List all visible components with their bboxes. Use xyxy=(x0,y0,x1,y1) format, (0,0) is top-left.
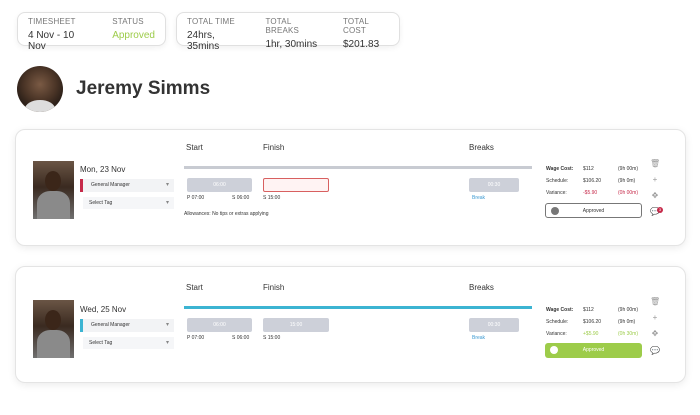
avatar-shirt xyxy=(25,100,55,112)
scheduled-finish: S 15:00 xyxy=(263,195,281,201)
approve-label: Approved xyxy=(582,347,605,353)
approve-toggle[interactable]: Approved xyxy=(545,203,642,218)
allowances-note: Allowances: No tips or extras applying xyxy=(184,211,269,217)
role-select[interactable]: General Manager ▾ xyxy=(80,319,174,332)
role-select-value: General Manager xyxy=(91,182,130,188)
approve-toggle[interactable]: Approved xyxy=(545,343,642,358)
shift-timeline xyxy=(184,306,532,309)
break-label: Break xyxy=(472,195,486,201)
shift-card-wed-25-nov: Wed, 25 Nov General Manager ▾ Select Tag… xyxy=(15,266,686,383)
employee-photo xyxy=(33,161,74,219)
shift-date: Mon, 23 Nov xyxy=(80,165,126,174)
chevron-down-icon: ▾ xyxy=(165,322,169,328)
chevron-down-icon: ▾ xyxy=(165,340,169,346)
breaks-column-header: Breaks xyxy=(469,143,494,152)
variance-value: +$5.90 xyxy=(583,331,599,337)
move-icon[interactable]: ✥ xyxy=(650,329,660,338)
comment-icon[interactable]: 💬 xyxy=(650,346,660,355)
total-breaks-value: 1hr, 30mins xyxy=(265,39,318,50)
planned-start: P 07:00 xyxy=(187,195,205,201)
tag-select-value: Select Tag xyxy=(89,340,113,346)
role-select-value: General Manager xyxy=(91,322,130,328)
scheduled-finish: S 15:00 xyxy=(263,335,281,341)
photo-face xyxy=(45,171,61,191)
variance-label: Variance: xyxy=(546,331,567,337)
photo-face xyxy=(45,310,61,330)
schedule-value: $106.20 xyxy=(583,178,602,184)
total-breaks-label: TOTAL BREAKS xyxy=(265,17,300,35)
status-value: Approved xyxy=(112,30,155,41)
variance-value: -$5.90 xyxy=(583,190,598,196)
tag-select[interactable]: Select Tag ▾ xyxy=(83,337,174,349)
break-time-input[interactable]: 00:30 xyxy=(469,178,519,192)
timesheet-col: TIMESHEET 4 Nov - 10 Nov xyxy=(28,17,90,52)
chevron-down-icon: ▾ xyxy=(165,200,169,206)
move-icon[interactable]: ✥ xyxy=(650,191,660,200)
tag-select-value: Select Tag xyxy=(89,200,113,206)
scheduled-start: S 06:00 xyxy=(232,195,250,201)
start-time-input[interactable]: 06:00 xyxy=(187,178,252,192)
break-time-input[interactable]: 00:30 xyxy=(469,318,519,332)
toggle-knob xyxy=(550,346,558,354)
variance-label: Variance: xyxy=(546,190,567,196)
schedule-label: Schedule: xyxy=(546,178,569,184)
total-cost-col: TOTAL COST $201.83 xyxy=(342,17,389,50)
break-label: Break xyxy=(472,335,486,341)
schedule-label: Schedule: xyxy=(546,319,569,325)
employee-photo xyxy=(33,300,74,358)
schedule-time: (9h 0m) xyxy=(618,319,636,325)
shift-card-mon-23-nov: Mon, 23 Nov General Manager ▾ Select Tag… xyxy=(15,129,686,246)
approve-label: Approved xyxy=(582,208,605,214)
comment-count-badge: 3 xyxy=(657,207,663,213)
photo-body xyxy=(37,330,70,358)
total-cost-value: $201.83 xyxy=(342,39,380,50)
user-avatar xyxy=(17,66,63,112)
schedule-time: (9h 0m) xyxy=(618,178,636,184)
total-time-label: TOTAL TIME xyxy=(187,17,235,26)
scheduled-start: S 06:00 xyxy=(232,335,250,341)
variance-time: (0h 00m) xyxy=(618,190,639,196)
trash-icon[interactable]: 🗑 xyxy=(650,297,660,306)
total-breaks-col: TOTAL BREAKS 1hr, 30mins xyxy=(265,17,321,50)
photo-body xyxy=(37,191,70,219)
shift-timeline xyxy=(184,166,532,169)
total-time-col: TOTAL TIME 24hrs, 35mins xyxy=(187,17,243,52)
wage-cost-value: $112 xyxy=(583,166,594,172)
variance-time: (0h 30m) xyxy=(618,331,639,337)
total-cost-label: TOTAL COST xyxy=(342,17,369,35)
status-label: STATUS xyxy=(112,17,144,26)
start-column-header: Start xyxy=(186,143,203,152)
timesheet-value: 4 Nov - 10 Nov xyxy=(28,30,75,52)
shift-date: Wed, 25 Nov xyxy=(80,305,127,314)
timesheet-label: TIMESHEET xyxy=(28,17,76,26)
wage-cost-label: Wage Cost: xyxy=(546,166,574,172)
breaks-column-header: Breaks xyxy=(469,283,494,292)
wage-cost-value: $112 xyxy=(583,307,594,313)
finish-time-input[interactable] xyxy=(263,178,329,192)
status-col: STATUS Approved xyxy=(112,17,155,41)
totals-summary-card: TOTAL TIME 24hrs, 35mins TOTAL BREAKS 1h… xyxy=(176,12,400,52)
wage-cost-time: (9h 00m) xyxy=(618,307,639,313)
total-time-value: 24hrs, 35mins xyxy=(187,30,220,52)
finish-column-header: Finish xyxy=(263,283,285,292)
start-column-header: Start xyxy=(186,283,203,292)
planned-start: P 07:00 xyxy=(187,335,205,341)
plus-icon[interactable]: + xyxy=(650,175,660,184)
wage-cost-time: (9h 00m) xyxy=(618,166,639,172)
role-select[interactable]: General Manager ▾ xyxy=(80,179,174,192)
trash-icon[interactable]: 🗑 xyxy=(650,159,660,168)
schedule-value: $106.20 xyxy=(583,319,602,325)
finish-time-input[interactable]: 15:00 xyxy=(263,318,329,332)
tag-select[interactable]: Select Tag ▾ xyxy=(83,197,174,209)
timesheet-summary-card: TIMESHEET 4 Nov - 10 Nov STATUS Approved xyxy=(17,12,166,52)
start-time-input[interactable]: 06:00 xyxy=(187,318,252,332)
wage-cost-label: Wage Cost: xyxy=(546,307,574,313)
chevron-down-icon: ▾ xyxy=(165,182,169,188)
user-name: Jeremy Simms xyxy=(76,78,211,99)
finish-column-header: Finish xyxy=(263,143,285,152)
plus-icon[interactable]: + xyxy=(650,313,660,322)
toggle-knob xyxy=(551,207,559,215)
